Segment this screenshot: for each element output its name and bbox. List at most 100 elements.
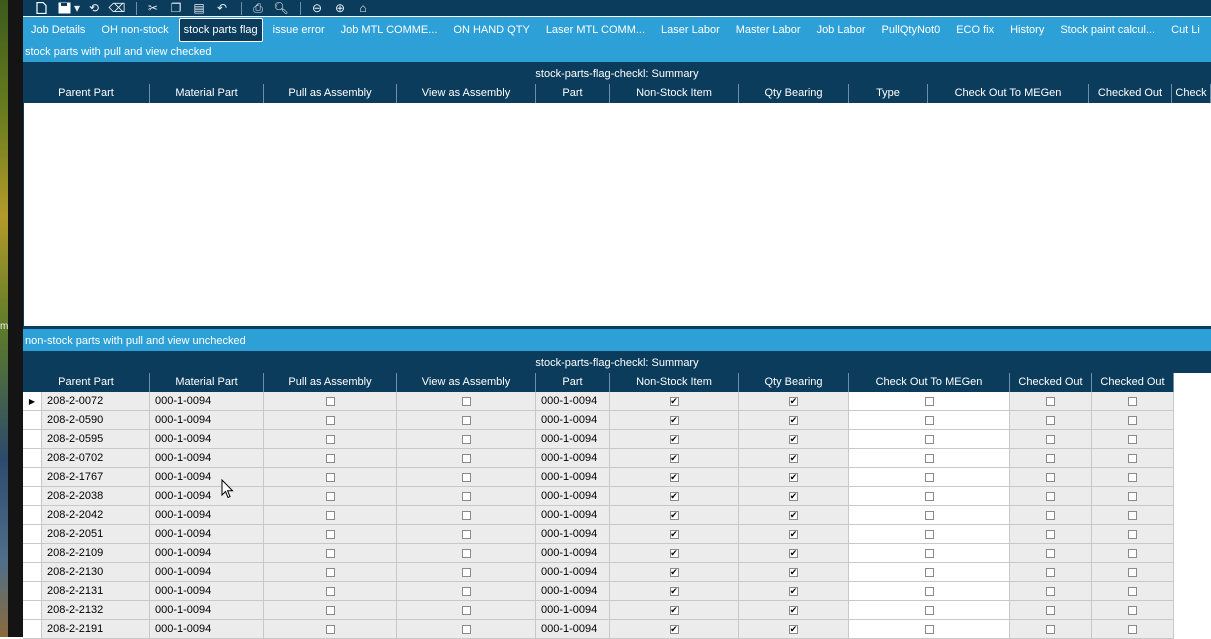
cell-part[interactable]: 000-1-0094 xyxy=(536,411,610,430)
checkbox-co2[interactable] xyxy=(1128,415,1137,425)
top-col-part[interactable]: Part xyxy=(536,84,610,103)
cell-material[interactable]: 000-1-0094 xyxy=(150,620,264,639)
row-selector[interactable] xyxy=(23,468,42,487)
tab-eco-fix[interactable]: ECO fix xyxy=(948,19,1002,41)
checkbox-nonstock[interactable]: ✔ xyxy=(669,396,679,406)
cell-parent[interactable]: 208-2-0590 xyxy=(42,411,150,430)
row-selector[interactable] xyxy=(23,411,42,430)
checkbox-co2[interactable] xyxy=(1128,472,1137,482)
clear-icon[interactable]: ⌫ xyxy=(107,1,127,15)
paste-icon[interactable]: ▤ xyxy=(189,1,209,15)
bottom-col-pull-as-assembly[interactable]: Pull as Assembly xyxy=(264,373,397,392)
cell-part[interactable]: 000-1-0094 xyxy=(536,525,610,544)
undo-icon[interactable]: ↶ xyxy=(212,1,232,15)
checkbox-qty[interactable]: ✔ xyxy=(789,472,798,482)
checkbox-qty[interactable]: ✔ xyxy=(789,548,798,558)
bottom-col-check-out-to-megen[interactable]: Check Out To MEGen xyxy=(849,373,1010,392)
checkbox-view[interactable] xyxy=(461,567,471,577)
checkbox-nonstock[interactable]: ✔ xyxy=(669,548,679,558)
top-col-material-part[interactable]: Material Part xyxy=(150,84,264,103)
tab-stock-parts-flag[interactable]: stock parts flag xyxy=(178,18,263,42)
top-col-view-as-assembly[interactable]: View as Assembly xyxy=(397,84,536,103)
checkbox-qty[interactable]: ✔ xyxy=(789,624,798,634)
print-preview-icon[interactable]: 🔍︎ xyxy=(271,1,291,15)
checkbox-co1[interactable] xyxy=(1046,491,1055,501)
cell-part[interactable]: 000-1-0094 xyxy=(536,468,610,487)
table-row[interactable]: 208-2-2130 000-1-0094 000-1-0094 ✔ ✔ xyxy=(23,563,1174,582)
checkbox-co1[interactable] xyxy=(1046,510,1055,520)
tab-job-details[interactable]: Job Details xyxy=(23,19,93,41)
top-col-check-out-to-megen[interactable]: Check Out To MEGen xyxy=(928,84,1089,103)
table-row[interactable]: 208-2-2051 000-1-0094 000-1-0094 ✔ ✔ xyxy=(23,525,1174,544)
checkbox-co2[interactable] xyxy=(1128,548,1137,558)
cell-part[interactable]: 000-1-0094 xyxy=(536,620,610,639)
checkbox-co2[interactable] xyxy=(1128,491,1137,501)
checkbox-co2[interactable] xyxy=(1128,586,1137,596)
table-row[interactable]: 208-2-2042 000-1-0094 000-1-0094 ✔ ✔ xyxy=(23,506,1174,525)
tab-job-labor[interactable]: Job Labor xyxy=(809,19,874,41)
cell-parent[interactable]: 208-2-0702 xyxy=(42,449,150,468)
tab-cut-li[interactable]: Cut Li xyxy=(1163,19,1208,41)
table-row[interactable]: 208-2-0702 000-1-0094 000-1-0094 ✔ ✔ xyxy=(23,449,1174,468)
checkbox-view[interactable] xyxy=(461,586,471,596)
home-icon[interactable]: ⌂ xyxy=(353,1,373,15)
table-row[interactable]: 208-2-2131 000-1-0094 000-1-0094 ✔ ✔ xyxy=(23,582,1174,601)
cell-parent[interactable]: 208-2-1767 xyxy=(42,468,150,487)
cell-part[interactable]: 000-1-0094 xyxy=(536,582,610,601)
checkbox-pull[interactable] xyxy=(325,548,335,558)
checkbox-view[interactable] xyxy=(461,491,471,501)
top-col-non-stock-item[interactable]: Non-Stock Item xyxy=(610,84,739,103)
print-icon[interactable]: ⎙ xyxy=(248,1,268,15)
tab-job-mtl-comme[interactable]: Job MTL COMME... xyxy=(333,19,446,41)
cut-icon[interactable]: ✂ xyxy=(143,1,163,15)
tab-pullqtynot0[interactable]: PullQtyNot0 xyxy=(874,19,949,41)
checkbox-view[interactable] xyxy=(461,415,471,425)
checkbox-co1[interactable] xyxy=(1046,605,1055,615)
tab-issue-error[interactable]: issue error xyxy=(265,19,333,41)
cell-parent[interactable]: 208-2-0072 xyxy=(42,392,150,411)
cell-part[interactable]: 000-1-0094 xyxy=(536,601,610,620)
top-col-qty-bearing[interactable]: Qty Bearing xyxy=(739,84,849,103)
checkbox-nonstock[interactable]: ✔ xyxy=(669,415,679,425)
checkbox-megen[interactable] xyxy=(924,529,934,539)
cell-material[interactable]: 000-1-0094 xyxy=(150,563,264,582)
checkbox-megen[interactable] xyxy=(924,472,934,482)
table-row[interactable]: 208-2-2132 000-1-0094 000-1-0094 ✔ ✔ xyxy=(23,601,1174,620)
checkbox-megen[interactable] xyxy=(924,624,934,634)
checkbox-nonstock[interactable]: ✔ xyxy=(669,605,679,615)
dropdown-icon[interactable]: ▾ xyxy=(73,1,81,15)
checkbox-co1[interactable] xyxy=(1046,472,1055,482)
checkbox-co1[interactable] xyxy=(1046,529,1055,539)
checkbox-co1[interactable] xyxy=(1046,624,1055,634)
row-selector[interactable] xyxy=(23,506,42,525)
cell-part[interactable]: 000-1-0094 xyxy=(536,430,610,449)
cell-part[interactable]: 000-1-0094 xyxy=(536,449,610,468)
cell-parent[interactable]: 208-2-2131 xyxy=(42,582,150,601)
checkbox-qty[interactable]: ✔ xyxy=(789,586,798,596)
cell-material[interactable]: 000-1-0094 xyxy=(150,525,264,544)
checkbox-pull[interactable] xyxy=(325,510,335,520)
bottom-col-parent-part[interactable]: Parent Part xyxy=(23,373,150,392)
cell-material[interactable]: 000-1-0094 xyxy=(150,392,264,411)
cell-part[interactable]: 000-1-0094 xyxy=(536,563,610,582)
checkbox-megen[interactable] xyxy=(924,567,934,577)
checkbox-megen[interactable] xyxy=(924,586,934,596)
tab-laser-labor[interactable]: Laser Labor xyxy=(653,19,728,41)
checkbox-co2[interactable] xyxy=(1128,434,1137,444)
checkbox-co2[interactable] xyxy=(1128,605,1137,615)
cell-parent[interactable]: 208-2-0595 xyxy=(42,430,150,449)
checkbox-co2[interactable] xyxy=(1128,529,1137,539)
cell-material[interactable]: 000-1-0094 xyxy=(150,506,264,525)
new-icon[interactable] xyxy=(31,1,51,15)
bottom-col-checked-out[interactable]: Checked Out xyxy=(1092,373,1174,392)
checkbox-view[interactable] xyxy=(461,472,471,482)
checkbox-nonstock[interactable]: ✔ xyxy=(669,529,679,539)
top-col-pull-as-assembly[interactable]: Pull as Assembly xyxy=(264,84,397,103)
top-col-parent-part[interactable]: Parent Part xyxy=(23,84,150,103)
tab-on-hand-qty[interactable]: ON HAND QTY xyxy=(445,19,537,41)
checkbox-qty[interactable]: ✔ xyxy=(789,510,798,520)
checkbox-pull[interactable] xyxy=(325,453,335,463)
checkbox-view[interactable] xyxy=(461,453,471,463)
checkbox-view[interactable] xyxy=(461,605,471,615)
checkbox-nonstock[interactable]: ✔ xyxy=(669,453,679,463)
